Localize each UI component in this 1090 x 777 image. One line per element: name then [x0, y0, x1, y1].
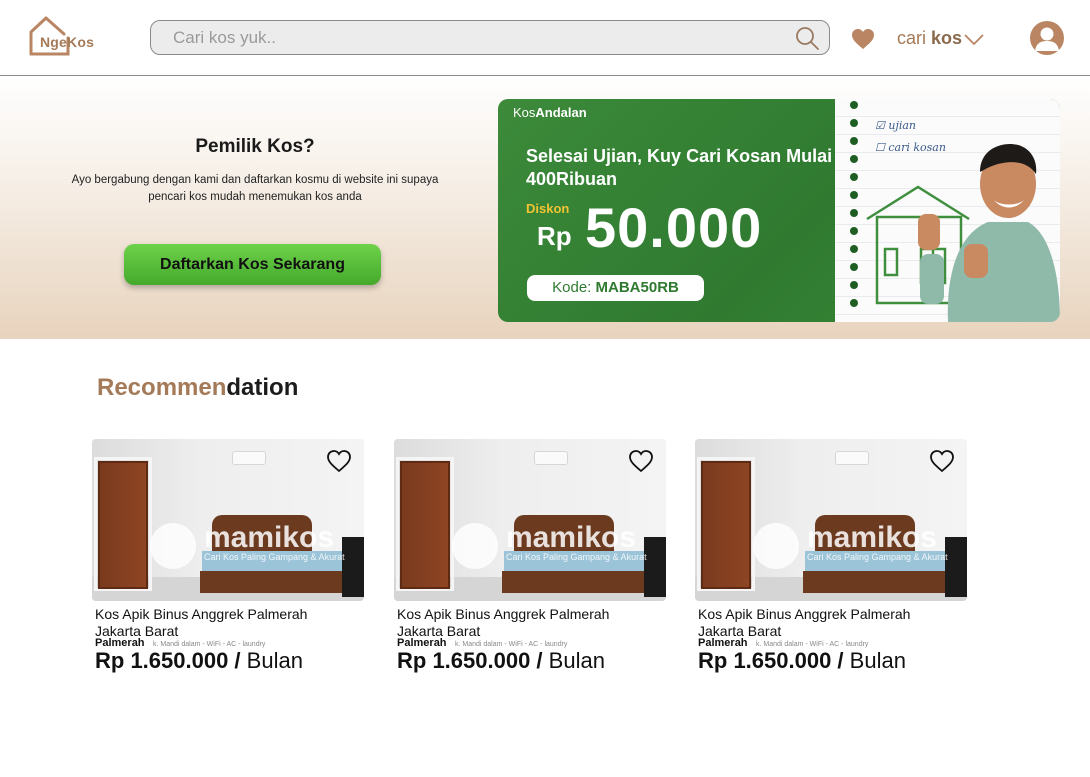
bed-base	[803, 571, 953, 593]
cari-kos-label: kos	[931, 28, 963, 48]
watermark-text: mamikos	[204, 521, 335, 554]
air-conditioner	[232, 451, 266, 465]
banner-headline: Selesai Ujian, Kuy Cari Kosan Mulai 400R…	[526, 146, 833, 189]
kos-name[interactable]: Kos Apik Binus Anggrek Palmerah	[397, 606, 609, 623]
register-kos-button[interactable]: Daftarkan Kos Sekarang	[124, 244, 381, 285]
kos-price-unit: Bulan	[849, 648, 906, 673]
kos-card[interactable]: mamikos Cari Kos Paling Gampang & Akurat…	[695, 439, 967, 679]
kos-card-image[interactable]: mamikos Cari Kos Paling Gampang & Akurat	[394, 439, 666, 601]
watermark-logo-icon	[753, 523, 799, 569]
notebook-rings-icon	[850, 101, 858, 307]
bed-base	[502, 571, 652, 593]
kos-card[interactable]: mamikos Cari Kos Paling Gampang & Akurat…	[92, 439, 364, 679]
kos-price-unit: Bulan	[548, 648, 605, 673]
banner-promo-code: Kode: MABA50RB	[527, 275, 704, 301]
kos-card[interactable]: mamikos Cari Kos Paling Gampang & Akurat…	[394, 439, 666, 679]
kos-name[interactable]: Kos Apik Binus Anggrek Palmerah	[698, 606, 910, 623]
recommendation-title-rest: dation	[226, 374, 299, 401]
promo-banner[interactable]: KosAndalan Selesai Ujian, Kuy Cari Kosan…	[498, 99, 1060, 322]
owner-description: Ayo bergabung dengan kami dan daftarkan …	[71, 174, 439, 203]
search-bar[interactable]	[150, 20, 830, 55]
logo[interactable]: NgeKos	[28, 14, 104, 58]
kos-name[interactable]: Kos Apik Binus Anggrek Palmerah	[95, 606, 307, 623]
kos-facilities: k. Mandi dalam - WiFi - AC - laundry	[455, 641, 568, 648]
user-icon	[1035, 27, 1059, 51]
chevron-down-icon[interactable]	[964, 32, 984, 46]
logo-text: NgeKos	[40, 34, 95, 50]
watermark-subtext: Cari Kos Paling Gampang & Akurat	[807, 552, 948, 562]
banner-brand-bold: Andalan	[535, 105, 587, 120]
top-navbar: NgeKos cari kos	[0, 0, 1090, 76]
search-icon[interactable]	[795, 26, 819, 50]
bed-base	[200, 571, 350, 593]
kos-card-image[interactable]: mamikos Cari Kos Paling Gampang & Akurat	[92, 439, 364, 601]
banner-amount: 50.000	[585, 196, 763, 259]
favorite-heart-icon[interactable]	[628, 449, 654, 473]
kos-price-value: Rp 1.650.000 /	[698, 648, 844, 673]
banner-brand: KosAndalan	[513, 105, 587, 120]
banner-code-value: MABA50RB	[595, 279, 679, 296]
chair	[342, 537, 364, 597]
kos-facilities: k. Mandi dalam - WiFi - AC - laundry	[153, 641, 266, 648]
search-input[interactable]	[173, 27, 773, 49]
favorite-heart-icon[interactable]	[851, 28, 875, 50]
watermark-text: mamikos	[807, 521, 938, 554]
favorite-heart-icon[interactable]	[929, 449, 955, 473]
checklist-item-1: ☑ ujian	[875, 119, 917, 132]
banner-currency: Rp	[537, 221, 572, 251]
kos-price: Rp 1.650.000 / Bulan	[397, 648, 605, 674]
cari-kos-menu[interactable]: cari kos	[897, 28, 962, 49]
user-avatar[interactable]	[1030, 21, 1064, 55]
recommendation-title-accent: Recommen	[97, 374, 227, 401]
chair	[945, 537, 967, 597]
recommendation-title: Recommendation	[97, 374, 298, 402]
kos-card-image[interactable]: mamikos Cari Kos Paling Gampang & Akurat	[695, 439, 967, 601]
watermark-text: mamikos	[506, 521, 637, 554]
kos-price-value: Rp 1.650.000 /	[95, 648, 241, 673]
banner-discount-label: Diskon	[526, 201, 570, 216]
hero-section: Pemilik Kos? Ayo bergabung dengan kami d…	[0, 76, 1090, 339]
door	[98, 461, 148, 589]
cari-kos-prefix: cari	[897, 28, 927, 48]
watermark-subtext: Cari Kos Paling Gampang & Akurat	[204, 552, 345, 562]
banner-brand-prefix: Kos	[513, 105, 536, 120]
chair	[644, 537, 666, 597]
door	[400, 461, 450, 589]
page: NgeKos cari kos Pemilik Kos?	[0, 0, 1090, 777]
door	[701, 461, 751, 589]
smiling-man-illustration	[918, 144, 1060, 322]
banner-code-label: Kode:	[552, 279, 592, 296]
watermark-subtext: Cari Kos Paling Gampang & Akurat	[506, 552, 647, 562]
kos-price: Rp 1.650.000 / Bulan	[95, 648, 303, 674]
kos-price: Rp 1.650.000 / Bulan	[698, 648, 906, 674]
kos-price-unit: Bulan	[246, 648, 303, 673]
air-conditioner	[835, 451, 869, 465]
kos-facilities: k. Mandi dalam - WiFi - AC - laundry	[756, 641, 869, 648]
watermark-logo-icon	[150, 523, 196, 569]
kos-price-value: Rp 1.650.000 /	[397, 648, 543, 673]
watermark-logo-icon	[452, 523, 498, 569]
air-conditioner	[534, 451, 568, 465]
owner-title: Pemilik Kos?	[195, 136, 315, 157]
checklist-item-1-text: ujian	[888, 119, 917, 132]
favorite-heart-icon[interactable]	[326, 449, 352, 473]
